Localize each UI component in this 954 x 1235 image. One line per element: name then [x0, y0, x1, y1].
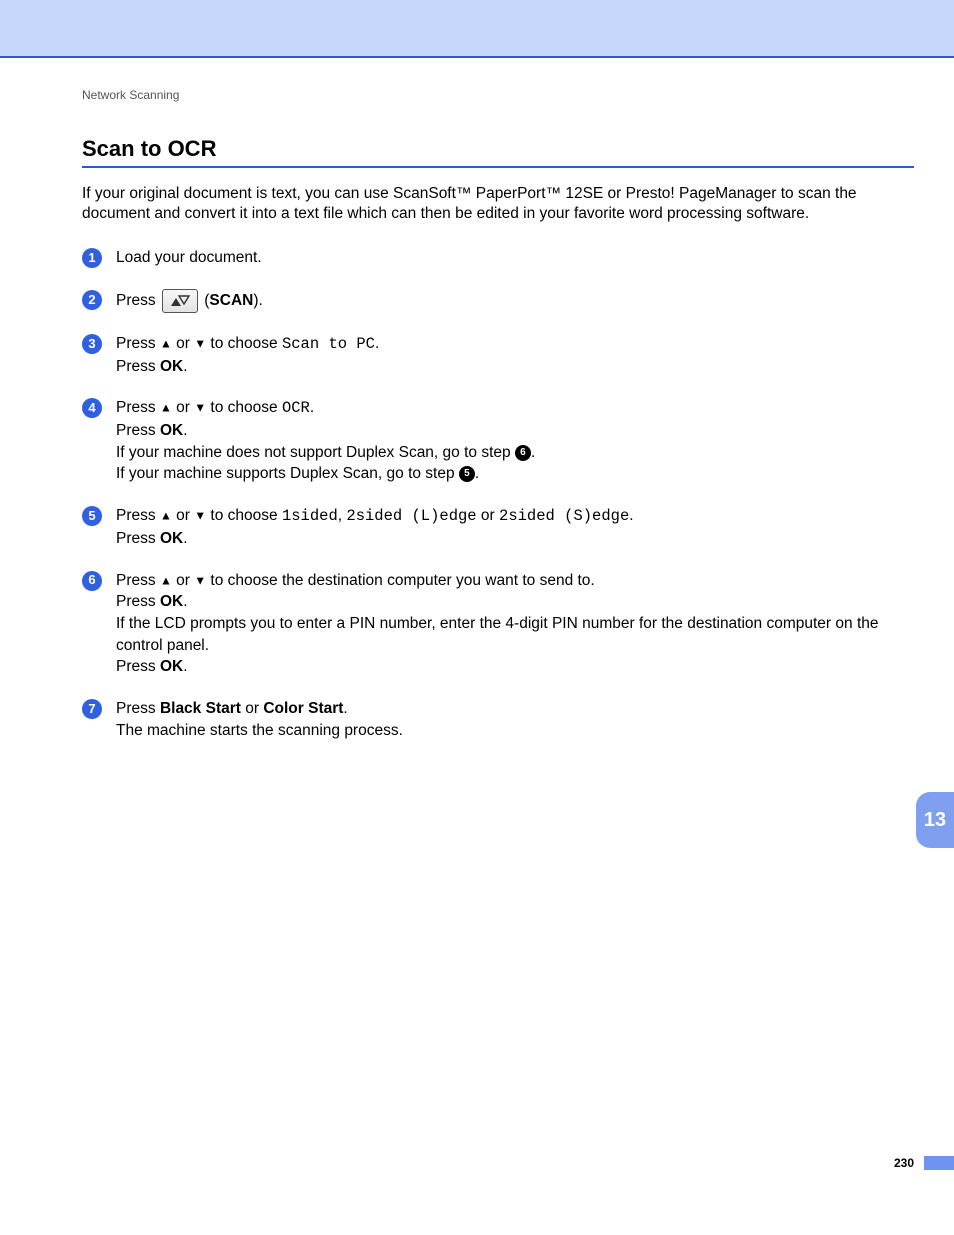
down-arrow-icon: ▼ [194, 337, 206, 351]
running-head: Network Scanning [82, 88, 914, 102]
press-label: Press [116, 335, 160, 352]
up-arrow-icon: ▲ [160, 401, 172, 415]
step-6: Press ▲ or ▼ to choose the destination c… [82, 570, 914, 678]
or-label: or [172, 507, 194, 524]
down-arrow-icon: ▼ [194, 509, 206, 523]
option-scan-to-pc: Scan to PC [282, 335, 375, 353]
intro-paragraph: If your original document is text, you c… [82, 184, 914, 226]
chapter-tab: 13 [916, 792, 954, 848]
scan-label: SCAN [209, 292, 253, 309]
or-label: or [477, 507, 499, 524]
press-label: Press [116, 292, 160, 309]
option-2sided-l: 2sided (L)edge [346, 507, 476, 525]
press-ok-label: Press [116, 530, 160, 547]
header-band [0, 0, 954, 58]
press-label: Press [116, 700, 160, 717]
press-label: Press [116, 399, 160, 416]
ok-label: OK [160, 358, 183, 375]
press-ok-label: Press [116, 358, 160, 375]
up-arrow-icon: ▲ [160, 509, 172, 523]
press-ok-label: Press [116, 658, 160, 675]
press-ok-label: Press [116, 593, 160, 610]
footer: 230 [894, 1156, 954, 1170]
step-4: Press ▲ or ▼ to choose OCR. Press OK. If… [82, 397, 914, 485]
press-label: Press [116, 507, 160, 524]
page-number: 230 [894, 1156, 914, 1170]
press-ok-label: Press [116, 422, 160, 439]
scan-button-icon [162, 289, 198, 313]
or-label: or [172, 572, 194, 589]
ok-label: OK [160, 530, 183, 547]
step-ref-5: 5 [459, 466, 475, 482]
step-2: Press (SCAN). [82, 289, 914, 313]
down-arrow-icon: ▼ [194, 573, 206, 587]
option-ocr: OCR [282, 399, 310, 417]
choose-label: to choose [206, 335, 282, 352]
choose-label: to choose [206, 399, 282, 416]
ok-label: OK [160, 422, 183, 439]
or-label: or [172, 335, 194, 352]
step-3: Press ▲ or ▼ to choose Scan to PC. Press… [82, 333, 914, 377]
duplex-no-text: If your machine does not support Duplex … [116, 444, 515, 461]
down-arrow-icon: ▼ [194, 401, 206, 415]
ok-label: OK [160, 593, 183, 610]
option-1sided: 1sided [282, 507, 338, 525]
or-label: or [241, 700, 263, 717]
step-ref-6: 6 [515, 445, 531, 461]
footer-edge [924, 1156, 954, 1170]
steps-list: Load your document. Press (SCAN). Press … [82, 247, 914, 741]
choose-dest-text: to choose the destination computer you w… [206, 572, 595, 589]
choose-label: to choose [206, 507, 282, 524]
press-label: Press [116, 572, 160, 589]
step-7-line2: The machine starts the scanning process. [116, 722, 403, 739]
section-title: Scan to OCR [82, 136, 914, 162]
ok-label: OK [160, 658, 183, 675]
color-start-label: Color Start [263, 700, 343, 717]
duplex-yes-text: If your machine supports Duplex Scan, go… [116, 465, 459, 482]
lcd-prompt-text: If the LCD prompts you to enter a PIN nu… [116, 615, 879, 654]
title-rule [82, 166, 914, 168]
step-1: Load your document. [82, 247, 914, 269]
step-1-text: Load your document. [116, 249, 262, 266]
step-5: Press ▲ or ▼ to choose 1sided, 2sided (L… [82, 505, 914, 549]
up-arrow-icon: ▲ [160, 573, 172, 587]
option-2sided-s: 2sided (S)edge [499, 507, 629, 525]
step-7: Press Black Start or Color Start. The ma… [82, 698, 914, 741]
up-arrow-icon: ▲ [160, 337, 172, 351]
black-start-label: Black Start [160, 700, 241, 717]
or-label: or [172, 399, 194, 416]
